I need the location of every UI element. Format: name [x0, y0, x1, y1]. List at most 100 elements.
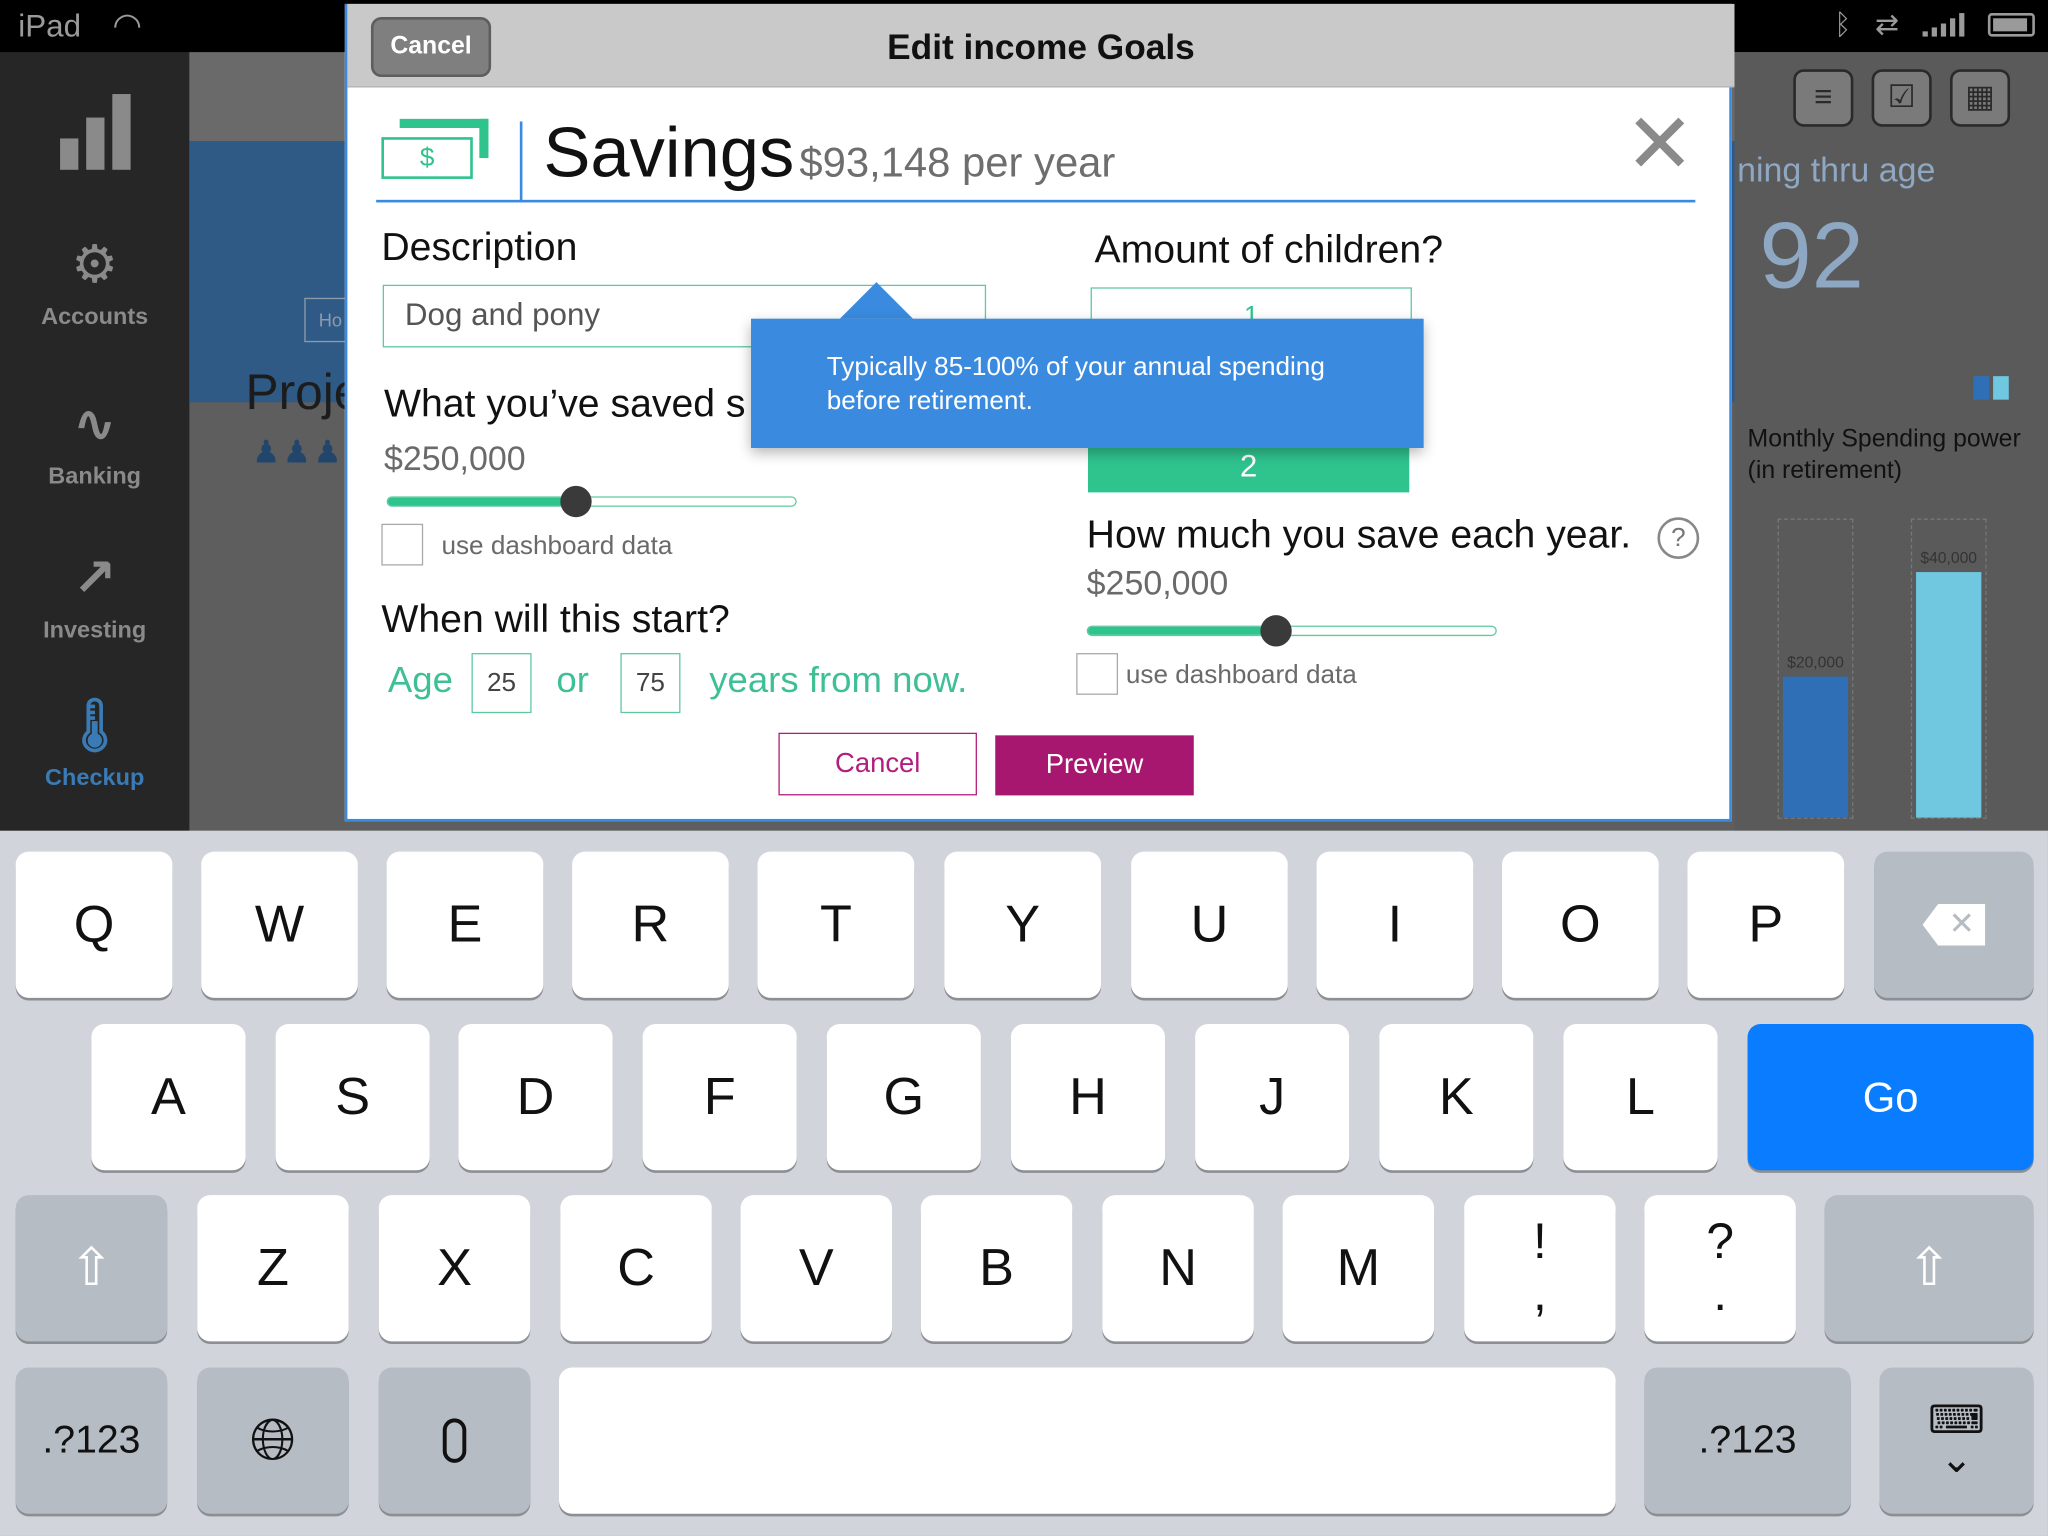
key-y[interactable]: Y — [944, 851, 1102, 998]
key-k[interactable]: K — [1379, 1023, 1534, 1171]
bar-2-fill — [1916, 572, 1982, 818]
key-j[interactable]: J — [1195, 1023, 1350, 1171]
sidebar-item-banking[interactable]: ∿ Banking — [0, 394, 189, 489]
key-f[interactable]: F — [642, 1023, 797, 1171]
use-dashboard-checkbox[interactable] — [381, 523, 424, 566]
years-input[interactable]: 75 — [620, 653, 681, 714]
help-icon[interactable]: ? — [1657, 517, 1700, 560]
key-question-period[interactable]: ?. — [1644, 1195, 1796, 1342]
key-z[interactable]: Z — [197, 1195, 349, 1342]
key-s[interactable]: S — [275, 1023, 430, 1171]
key-u[interactable]: U — [1131, 851, 1288, 998]
key-period-label: . — [1713, 1266, 1728, 1322]
keyboard: Q W E R T Y U I O P ✕ A S D F G H J K L … — [0, 830, 2048, 1536]
people-icon: ♟♟♟ — [252, 434, 345, 471]
go-key[interactable]: Go — [1747, 1023, 2034, 1171]
modal-title: Edit income Goals — [887, 27, 1195, 67]
sidebar-item-checkup[interactable]: 🌡 Checkup — [0, 695, 189, 792]
numbers-key-right[interactable]: .?123 — [1644, 1367, 1851, 1514]
sidebar-item-label: Banking — [48, 462, 142, 489]
sidebar-item-investing[interactable]: ↗ Investing — [0, 549, 189, 644]
shift-key-right[interactable]: ⇧ — [1824, 1195, 2034, 1342]
key-i[interactable]: I — [1316, 851, 1474, 998]
use-dashboard-checkbox-2[interactable] — [1076, 653, 1119, 695]
use-dashboard-label: use dashboard data — [441, 531, 673, 561]
tooltip-arrow — [839, 282, 913, 319]
calendar-icon[interactable]: ▦ — [1950, 69, 2011, 127]
shift-icon: ⇧ — [69, 1239, 114, 1297]
cancel-button[interactable]: Cancel — [778, 732, 977, 796]
key-m[interactable]: M — [1282, 1195, 1435, 1342]
status-right: ᛒ ⇄ — [1834, 8, 2035, 42]
charging-icon: ⇄ — [1874, 7, 1900, 41]
saved-slider-knob[interactable] — [559, 485, 592, 518]
money-icon: $ — [381, 118, 491, 184]
key-o[interactable]: O — [1502, 851, 1659, 998]
saved-slider-fill — [387, 497, 576, 506]
key-x[interactable]: X — [378, 1195, 531, 1342]
goal-amount: $93,148 per year — [799, 138, 1116, 186]
backspace-key[interactable]: ✕ — [1874, 851, 2034, 998]
key-w[interactable]: W — [201, 851, 358, 998]
bar-1-fill — [1782, 676, 1849, 818]
close-icon[interactable]: ✕ — [1625, 98, 1695, 189]
thermometer-icon: 🌡 — [61, 697, 128, 755]
sidebar-item-label: Accounts — [41, 303, 149, 330]
sidebar-item-dashboard[interactable] — [0, 91, 189, 170]
spending-title-line2: (in retirement) — [1747, 457, 1903, 485]
goal-name: Savings — [543, 113, 795, 192]
globe-key[interactable]: 🌐︎ — [197, 1367, 349, 1514]
header-separator — [519, 121, 523, 203]
device-name: iPad — [18, 9, 82, 45]
banking-icon: ∿ — [72, 395, 117, 454]
key-l[interactable]: L — [1563, 1023, 1718, 1171]
saved-slider[interactable] — [386, 485, 797, 518]
ho-button[interactable]: Ho — [304, 297, 349, 343]
key-t[interactable]: T — [757, 851, 915, 998]
preview-button[interactable]: Preview — [995, 735, 1194, 796]
checklist-icon[interactable]: ☑ — [1871, 69, 1932, 127]
key-n[interactable]: N — [1102, 1195, 1254, 1342]
description-label: Description — [381, 225, 578, 270]
save-slider-knob[interactable] — [1259, 615, 1292, 647]
dollar-gear-icon: ⚙ — [71, 236, 119, 294]
key-exclamation-comma[interactable]: !, — [1464, 1195, 1616, 1342]
key-comma-label: , — [1532, 1266, 1547, 1322]
dismiss-keyboard-key[interactable]: ⌨ ⌄ — [1879, 1367, 2034, 1514]
or-word: or — [556, 659, 589, 701]
bluetooth-icon: ᛒ — [1834, 7, 1852, 41]
key-exclamation-label: ! — [1532, 1214, 1547, 1270]
children-label: Amount of children? — [1094, 228, 1444, 272]
sidebar-item-label: Checkup — [45, 764, 145, 791]
saved-label: What you’ve saved s — [383, 382, 746, 426]
children-option-2[interactable]: 2 — [1087, 445, 1410, 493]
age-input[interactable]: 25 — [471, 653, 532, 714]
saved-value: $250,000 — [383, 438, 526, 479]
bar-chart-icon — [0, 91, 189, 170]
save-each-year-slider[interactable] — [1086, 615, 1497, 647]
key-r[interactable]: R — [572, 851, 729, 998]
shift-key-left[interactable]: ⇧ — [15, 1195, 168, 1342]
key-e[interactable]: E — [386, 851, 544, 998]
age-label: ning thru age — [1737, 150, 1936, 190]
key-q[interactable]: Q — [15, 851, 173, 998]
key-h[interactable]: H — [1010, 1023, 1166, 1171]
key-c[interactable]: C — [560, 1195, 712, 1342]
key-p[interactable]: P — [1687, 851, 1845, 998]
modal-header: Cancel Edit income Goals — [347, 3, 1735, 88]
dictation-key[interactable] — [378, 1367, 531, 1514]
bar-2-label: $40,000 — [1920, 548, 1978, 567]
key-d[interactable]: D — [458, 1023, 613, 1171]
key-question-label: ? — [1706, 1214, 1734, 1270]
list-view-icon[interactable]: ≡ — [1793, 69, 1854, 127]
wifi-icon: ◠ — [112, 5, 142, 45]
numbers-key-left[interactable]: .?123 — [15, 1367, 168, 1514]
space-key[interactable] — [559, 1367, 1616, 1514]
legend-icon[interactable] — [1973, 376, 2009, 400]
key-v[interactable]: V — [740, 1195, 893, 1342]
microphone-icon — [442, 1418, 467, 1463]
key-a[interactable]: A — [91, 1023, 246, 1171]
key-g[interactable]: G — [826, 1023, 981, 1171]
key-b[interactable]: B — [920, 1195, 1073, 1342]
sidebar-item-accounts[interactable]: ⚙ Accounts — [0, 235, 189, 330]
